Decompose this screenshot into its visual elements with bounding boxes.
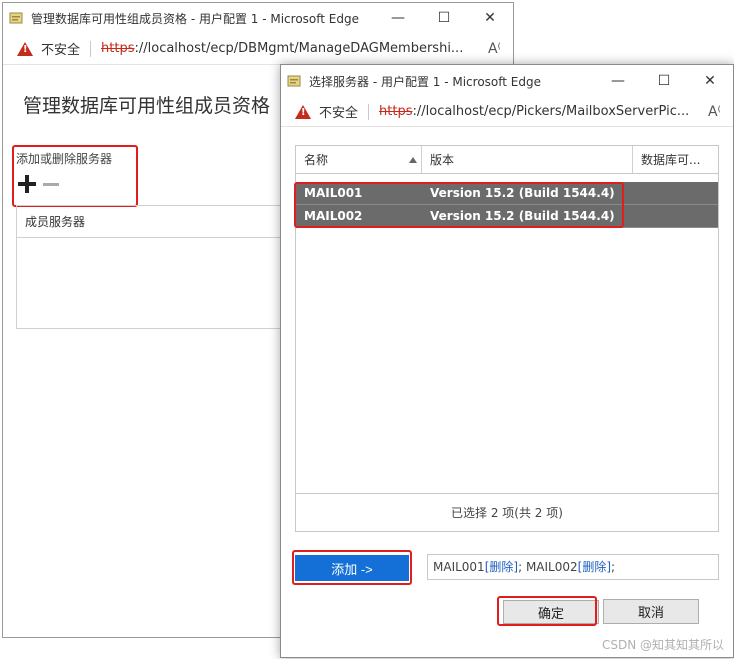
address-separator bbox=[90, 40, 92, 57]
remove-link[interactable]: [删除] bbox=[485, 560, 518, 574]
back-addressbar[interactable]: 不安全 https://localhost/ecp/DBMgmt/ManageD… bbox=[3, 33, 513, 65]
back-window-title: 管理数据库可用性组成员资格 - 用户配置 1 - Microsoft Edge bbox=[31, 11, 359, 26]
maximize-icon[interactable]: ☐ bbox=[421, 3, 467, 33]
member-server-list[interactable]: 成员服务器 bbox=[16, 205, 316, 329]
highlight-box-ok bbox=[497, 596, 597, 626]
page-title: 管理数据库可用性组成员资格 bbox=[23, 95, 271, 117]
dialog-window-title: 选择服务器 - 用户配置 1 - Microsoft Edge bbox=[309, 74, 541, 89]
sort-ascending-icon bbox=[409, 157, 417, 163]
cancel-button[interactable]: 取消 bbox=[603, 599, 699, 624]
highlight-box-add-button bbox=[292, 550, 412, 585]
highlight-box-rows bbox=[294, 182, 624, 228]
minimize-icon[interactable]: — bbox=[375, 3, 421, 33]
selection-count: 已选择 2 项(共 2 项) bbox=[296, 493, 718, 531]
dialog-addressbar[interactable]: 不安全 https://localhost/ecp/Pickers/Mailbo… bbox=[281, 97, 733, 127]
back-titlebar[interactable]: 管理数据库可用性组成员资格 - 用户配置 1 - Microsoft Edge … bbox=[3, 3, 513, 33]
selected-item: MAIL001 bbox=[433, 560, 485, 574]
warning-icon[interactable] bbox=[295, 104, 311, 119]
row-database bbox=[633, 182, 718, 204]
close-icon[interactable]: ✕ bbox=[687, 65, 733, 97]
close-icon[interactable]: ✕ bbox=[467, 3, 513, 33]
selected-item: MAIL002 bbox=[525, 560, 578, 574]
maximize-icon[interactable]: ☐ bbox=[641, 65, 687, 97]
warning-icon[interactable] bbox=[17, 41, 33, 56]
minimize-icon[interactable]: — bbox=[595, 65, 641, 97]
read-aloud-icon[interactable]: A⁽ bbox=[708, 104, 721, 120]
url-text[interactable]: https://localhost/ecp/Pickers/MailboxSer… bbox=[379, 104, 700, 119]
member-list-header[interactable]: 成员服务器 bbox=[17, 206, 315, 238]
row-database bbox=[633, 205, 718, 227]
page-icon bbox=[287, 74, 303, 88]
column-header-name[interactable]: 名称 bbox=[296, 146, 422, 173]
selected-servers-field[interactable]: MAIL001[删除]; MAIL002[删除]; bbox=[427, 554, 719, 580]
watermark: CSDN @知其知其所以 bbox=[601, 638, 724, 652]
url-text[interactable]: https://localhost/ecp/DBMgmt/ManageDAGMe… bbox=[101, 41, 480, 56]
column-header-database[interactable]: 数据库可... bbox=[633, 146, 718, 173]
read-aloud-icon[interactable]: A⁽ bbox=[488, 41, 501, 57]
column-header-version[interactable]: 版本 bbox=[422, 146, 633, 173]
remove-link[interactable]: [删除] bbox=[578, 560, 611, 574]
insecure-label[interactable]: 不安全 bbox=[319, 102, 358, 121]
highlight-box-add bbox=[12, 145, 138, 207]
page-icon bbox=[9, 11, 25, 25]
dialog-titlebar[interactable]: 选择服务器 - 用户配置 1 - Microsoft Edge — ☐ ✕ bbox=[281, 65, 733, 97]
grid-header: 名称 版本 数据库可... bbox=[296, 146, 718, 174]
insecure-label[interactable]: 不安全 bbox=[41, 39, 80, 58]
select-server-dialog: 选择服务器 - 用户配置 1 - Microsoft Edge — ☐ ✕ 不安… bbox=[280, 64, 734, 658]
address-separator bbox=[368, 103, 370, 120]
server-grid[interactable]: 名称 版本 数据库可... MAIL001 Version 15.2 (Buil… bbox=[294, 145, 719, 532]
